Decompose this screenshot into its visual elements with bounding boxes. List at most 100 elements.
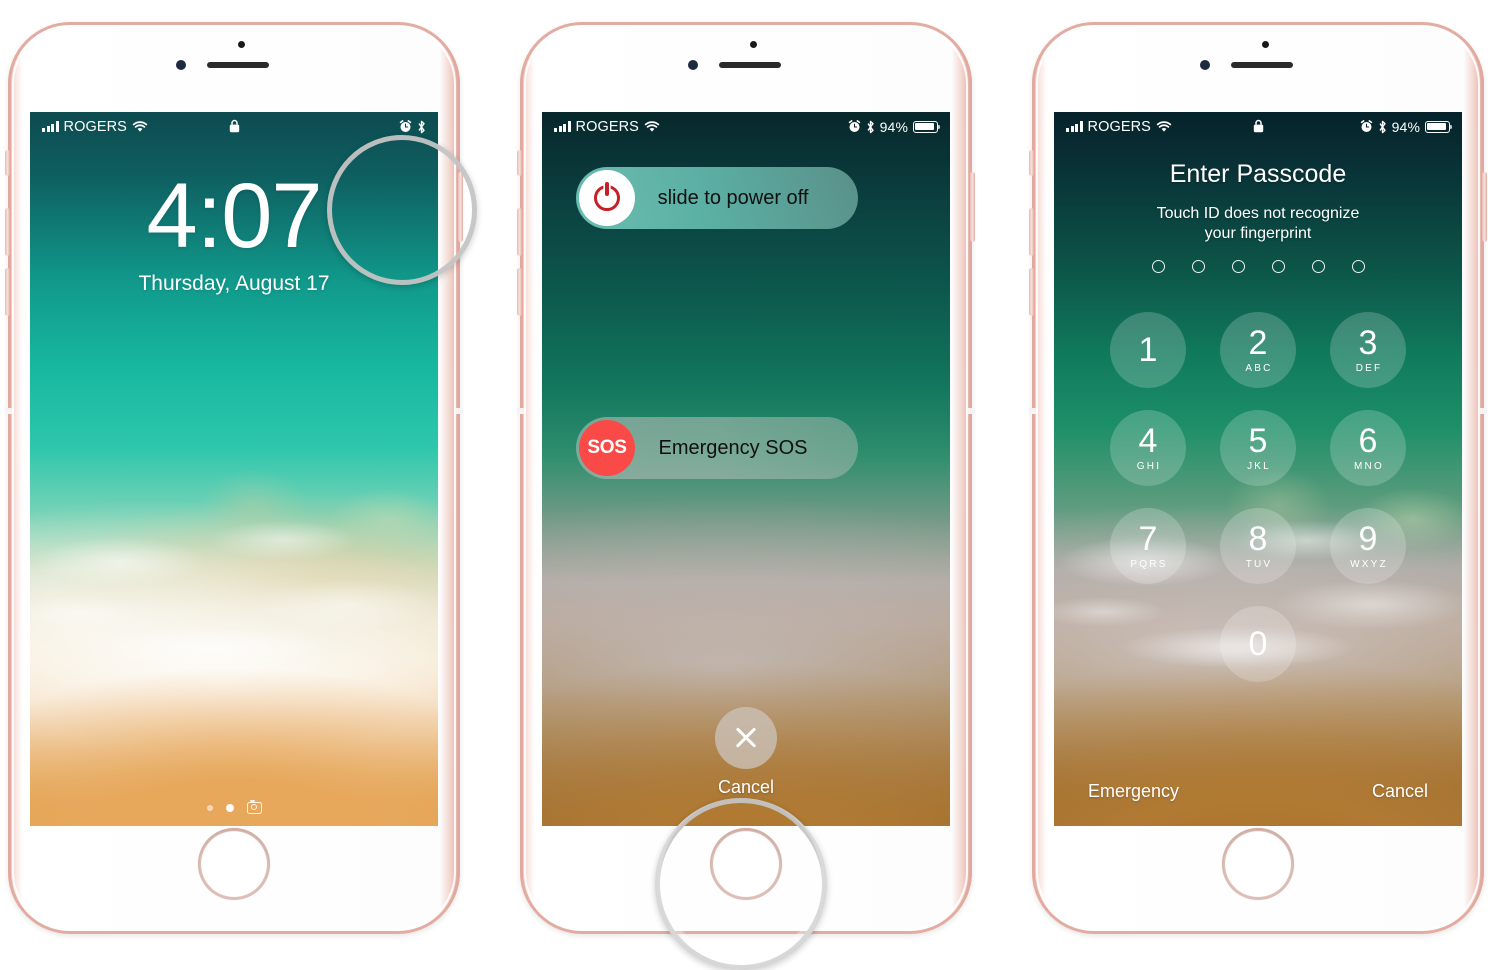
front-camera-icon — [176, 60, 186, 70]
battery-percent-label: 94% — [879, 118, 908, 135]
keypad-key-9[interactable]: 9 WXYZ — [1330, 508, 1406, 584]
passcode-title: Enter Passcode — [1169, 160, 1347, 188]
battery-icon — [913, 120, 941, 133]
carrier-label: ROGERS — [575, 118, 639, 135]
carrier-label: ROGERS — [63, 118, 127, 135]
status-bar: ROGERS — [1054, 112, 1462, 141]
passcode-dot — [1151, 260, 1165, 273]
volume-up-button[interactable] — [517, 208, 522, 256]
passcode-dot — [1351, 260, 1365, 273]
iphone-device-passcode: ROGERS 94% Enter Passcode Touch ID does … — [1029, 22, 1487, 934]
proximity-sensor-icon — [238, 41, 245, 48]
keypad-key-number: 1 — [1138, 331, 1158, 369]
alarm-clock-icon — [399, 120, 412, 132]
mute-switch[interactable] — [517, 150, 522, 176]
keypad-key-letters: GHI — [1136, 461, 1162, 472]
keypad-key-0[interactable]: 0 — [1220, 606, 1296, 682]
keypad-key-8[interactable]: 8 TUV — [1220, 508, 1296, 584]
carrier-label: ROGERS — [1087, 118, 1151, 135]
mute-switch[interactable] — [5, 150, 10, 176]
passcode-keypad[interactable]: 1 2 ABC 3 DEF 4 GHI 5 JKL 6 MNO 7 PQRS 8 TUV 9 WXYZ 0 — [1110, 312, 1406, 682]
home-button-callout — [655, 798, 827, 970]
power-slider-knob[interactable] — [579, 170, 635, 226]
passcode-subtitle-line1: Touch ID does not recognize — [1156, 205, 1360, 222]
sos-slider-knob[interactable]: SOS — [579, 420, 635, 476]
status-bar: ROGERS — [30, 112, 438, 141]
keypad-key-number: 3 — [1358, 324, 1378, 362]
mute-switch[interactable] — [1029, 150, 1034, 176]
cancel-power-off-button[interactable]: Cancel — [542, 707, 950, 798]
keypad-key-letters: WXYZ — [1350, 559, 1388, 570]
keypad-key-letters: JKL — [1247, 461, 1271, 472]
volume-up-button[interactable] — [1029, 208, 1034, 256]
power-icon — [594, 182, 620, 211]
passcode-actions: Emergency Cancel — [1054, 781, 1462, 802]
keypad-key-6[interactable]: 6 MNO — [1330, 410, 1406, 486]
keypad-key-letters: PQRS — [1130, 559, 1168, 570]
status-bar-left: ROGERS — [554, 119, 660, 135]
keypad-key-number: 4 — [1138, 422, 1158, 460]
home-button[interactable] — [198, 828, 270, 900]
page-dot-active — [225, 804, 234, 812]
earpiece-speaker — [207, 62, 269, 68]
emergency-button[interactable]: Emergency — [1088, 781, 1179, 802]
passcode-dot — [1271, 260, 1285, 273]
keypad-key-2[interactable]: 2 ABC — [1220, 312, 1296, 388]
front-camera-icon — [688, 60, 698, 70]
cancel-label: Cancel — [717, 777, 775, 797]
battery-icon — [1425, 120, 1453, 133]
bluetooth-icon — [1379, 120, 1386, 133]
keypad-key-letters: ABC — [1245, 363, 1273, 374]
sleep-wake-button[interactable] — [970, 172, 975, 242]
keypad-key-number: 7 — [1138, 520, 1158, 558]
close-x-icon[interactable] — [715, 707, 777, 769]
lock-icon — [1253, 119, 1263, 133]
passcode-subtitle-line2: your fingerprint — [1204, 225, 1312, 242]
status-bar-right — [399, 120, 426, 134]
keypad-key-number: 2 — [1248, 324, 1268, 362]
sleep-wake-button[interactable] — [1482, 172, 1487, 242]
front-camera-icon — [1200, 60, 1210, 70]
battery-percent-label: 94% — [1391, 118, 1420, 135]
lock-screen-page-indicator — [30, 799, 438, 814]
passcode-dot — [1191, 260, 1205, 273]
volume-down-button[interactable] — [1029, 268, 1034, 316]
keypad-key-3[interactable]: 3 DEF — [1330, 312, 1406, 388]
alarm-clock-icon — [1360, 120, 1372, 132]
keypad-key-7[interactable]: 7 PQRS — [1110, 508, 1186, 584]
emergency-sos-slider[interactable]: SOS Emergency SOS — [576, 417, 858, 479]
keypad-key-1[interactable]: 1 — [1110, 312, 1186, 388]
wifi-icon — [1156, 120, 1172, 132]
keypad-key-letters: TUV — [1245, 559, 1273, 570]
passcode-subtitle: Touch ID does not recognize your fingerp… — [1054, 204, 1462, 244]
status-bar-right: 94% — [848, 118, 941, 135]
keypad-key-number: 0 — [1248, 625, 1268, 663]
antenna-line-left — [5, 408, 12, 414]
keypad-key-letters: DEF — [1355, 363, 1383, 374]
status-bar-left: ROGERS — [1066, 119, 1172, 135]
status-bar-right: 94% — [1360, 118, 1453, 135]
keypad-key-5[interactable]: 5 JKL — [1220, 410, 1296, 486]
volume-up-button[interactable] — [5, 208, 10, 256]
phone2-screen: ROGERS 94% slide to power off SOS Emerge… — [542, 112, 950, 826]
keypad-key-number: 5 — [1248, 422, 1268, 460]
earpiece-speaker — [1231, 62, 1293, 68]
passcode-dots — [1054, 260, 1462, 273]
antenna-line-right — [456, 408, 463, 414]
status-bar: ROGERS 94% — [542, 112, 950, 141]
keypad-key-number: 6 — [1358, 422, 1378, 460]
volume-down-button[interactable] — [5, 268, 10, 316]
alarm-clock-icon — [848, 120, 860, 132]
volume-down-button[interactable] — [517, 268, 522, 316]
antenna-line-left — [517, 408, 524, 414]
slide-to-power-off-slider[interactable]: slide to power off — [576, 167, 858, 229]
cancel-button[interactable]: Cancel — [1372, 781, 1428, 802]
keypad-key-4[interactable]: 4 GHI — [1110, 410, 1186, 486]
keypad-key-number: 9 — [1358, 520, 1378, 558]
passcode-dot — [1311, 260, 1325, 273]
proximity-sensor-icon — [1262, 41, 1269, 48]
page-dot — [206, 805, 213, 811]
antenna-line-right — [1480, 408, 1487, 414]
home-button[interactable] — [1222, 828, 1294, 900]
camera-icon[interactable] — [246, 799, 262, 814]
